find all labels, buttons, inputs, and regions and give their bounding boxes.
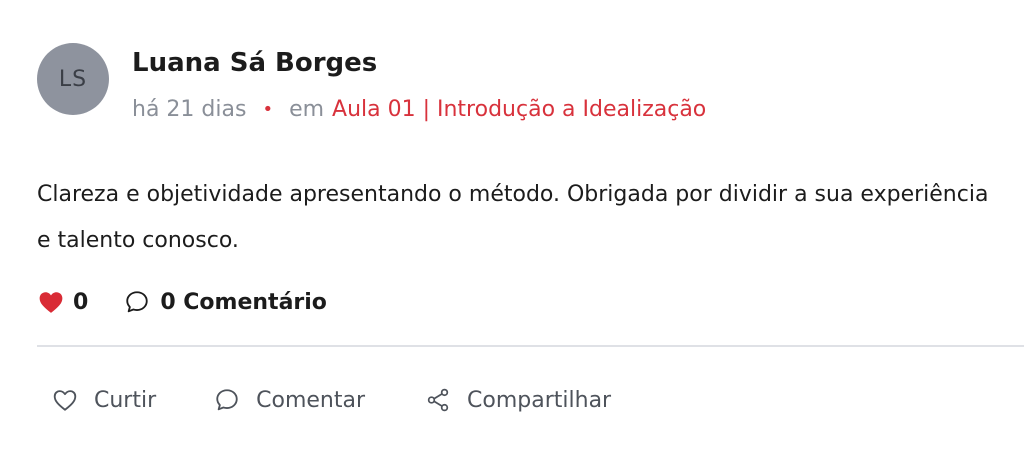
speech-bubble-icon <box>214 387 240 413</box>
divider <box>37 345 1024 347</box>
comment-button-label: Comentar <box>256 387 366 413</box>
post-meta: há 21 dias • em Aula 01 | Introdução a I… <box>132 97 706 122</box>
post-actions: Curtir Comentar Compartilhar <box>52 380 611 420</box>
meta-prefix: em <box>289 97 325 122</box>
post-stats: 0 0 Comentário <box>38 285 327 319</box>
post-content: Clareza e objetividade apresentando o mé… <box>37 182 989 253</box>
like-button[interactable]: Curtir <box>52 388 156 413</box>
comment-button[interactable]: Comentar <box>214 387 365 413</box>
likes-stat: 0 <box>38 290 88 315</box>
comments-count: 0 Comentário <box>160 289 327 315</box>
avatar-initials: LS <box>58 66 88 92</box>
share-icon <box>425 387 451 413</box>
heart-filled-icon <box>38 290 64 314</box>
comments-stat[interactable]: 0 Comentário <box>124 289 327 315</box>
author-name[interactable]: Luana Sá Borges <box>132 48 377 78</box>
post-card: LS Luana Sá Borges há 21 dias • em Aula … <box>0 0 1024 467</box>
like-button-label: Curtir <box>94 387 157 413</box>
meta-separator: • <box>262 99 274 120</box>
speech-bubble-icon <box>124 289 150 315</box>
avatar[interactable]: LS <box>37 43 109 115</box>
likes-count: 0 <box>73 289 89 315</box>
share-button[interactable]: Compartilhar <box>425 387 611 413</box>
share-button-label: Compartilhar <box>467 387 612 413</box>
lesson-link[interactable]: Aula 01 | Introdução a Idealização <box>332 97 706 122</box>
post-time: há 21 dias <box>132 97 247 122</box>
heart-outline-icon <box>52 388 78 412</box>
